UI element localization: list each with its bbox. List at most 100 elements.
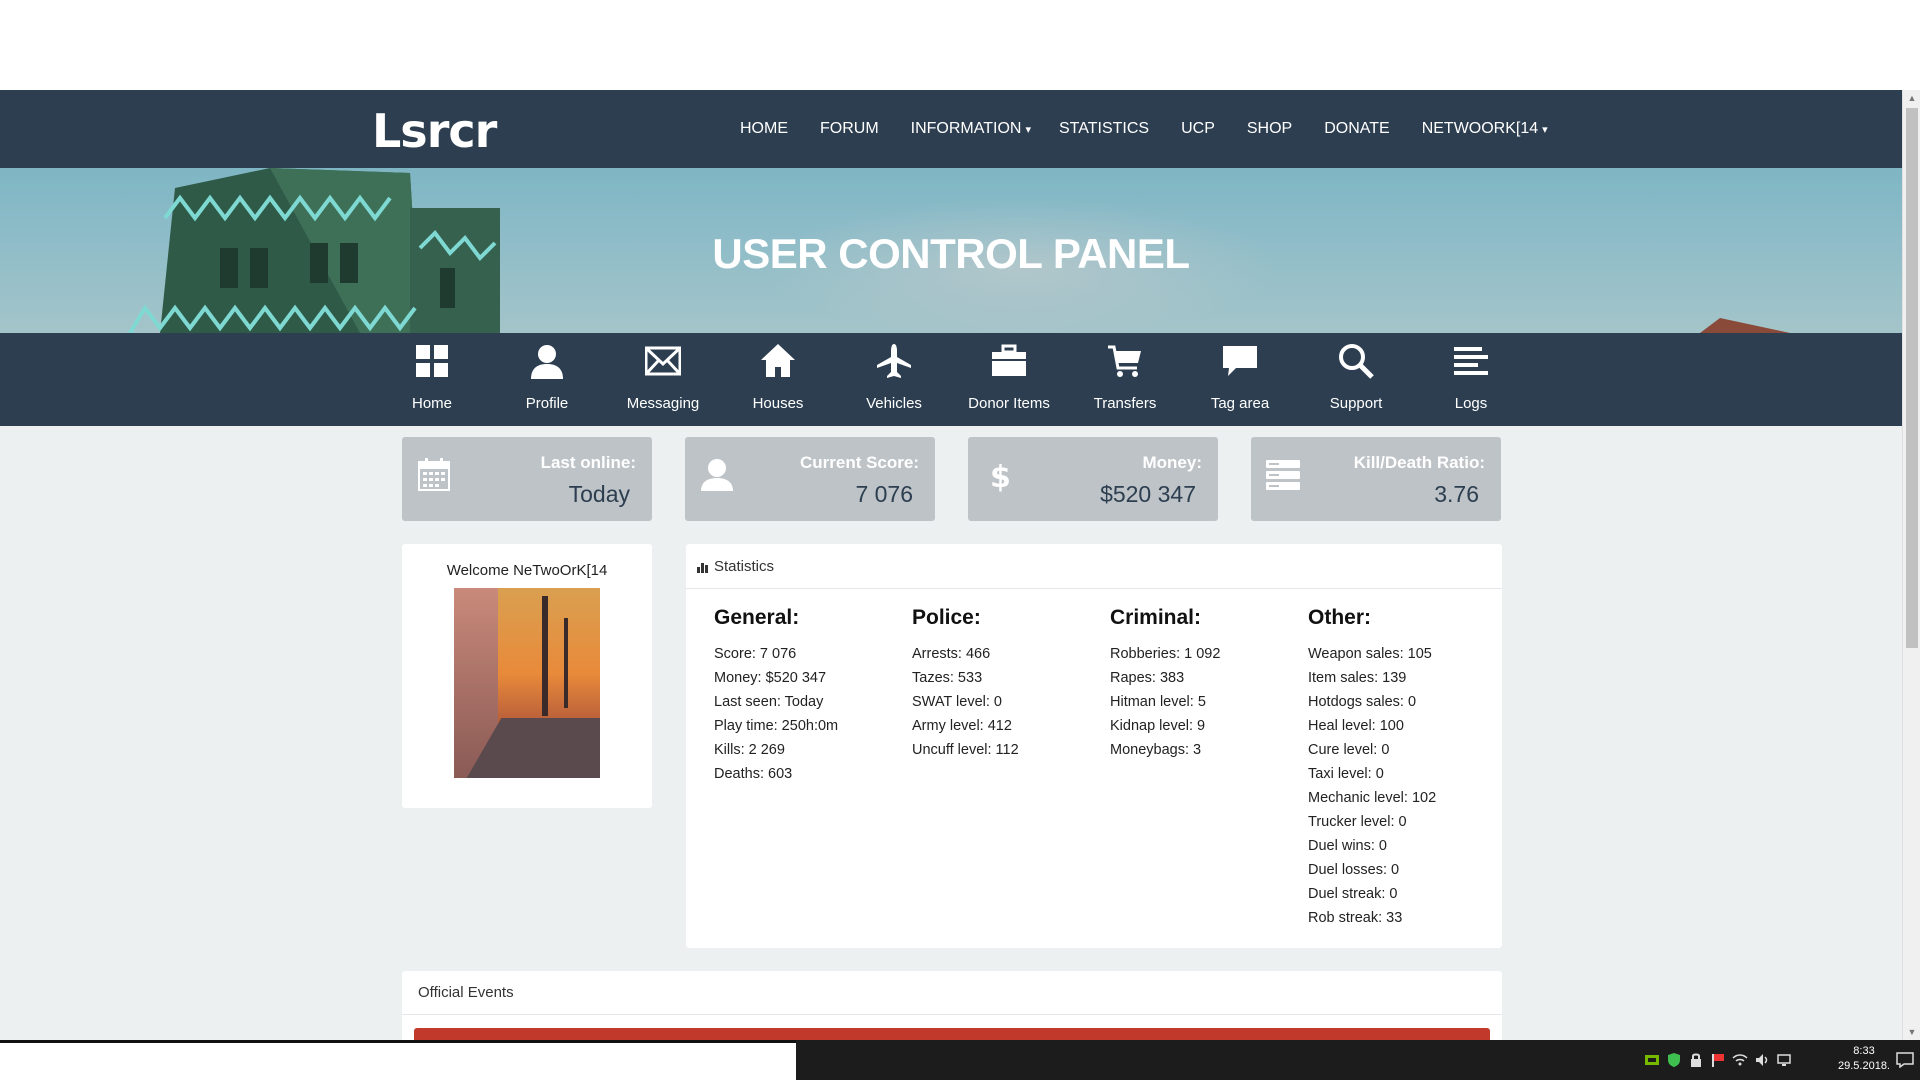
browser-page: Lsrcr HOME FORUM INFORMATION ▾ STATISTICS… [0,0,1920,1080]
card-value: $520 347 [1100,481,1196,507]
grid-icon [416,345,448,377]
column-heading: Police: [912,606,981,629]
page-scrollbar[interactable]: ▲ ▼ [1902,90,1920,1040]
card-last-online: Last online: Today [402,437,652,521]
avatar-palm [542,596,548,716]
nav-shop[interactable]: SHOP [1247,120,1296,138]
menu-label: Houses [752,395,804,412]
stat-item: Deaths: 603 [714,766,793,782]
nav-user-menu[interactable]: NETWOORK[14 ▾ [1422,120,1548,138]
monitor-icon[interactable] [1776,1052,1792,1068]
menu-tag-area[interactable]: Tag area [1182,333,1298,426]
page-title: USER CONTROL PANEL [712,230,1190,277]
menu-messaging[interactable]: Messaging [605,333,721,426]
menu-vehicles[interactable]: Vehicles [836,333,952,426]
stat-item: SWAT level: 0 [912,694,1002,710]
chat-icon [1223,346,1257,376]
content-area: Last online: Today Current Score: 7 076 … [0,426,1902,1051]
top-navbar: Lsrcr HOME FORUM INFORMATION ▾ STATISTICS… [0,90,1902,168]
menu-label: Logs [1454,395,1488,412]
scroll-up-arrow-icon[interactable]: ▲ [1903,90,1920,106]
stat-item: Trucker level: 0 [1308,814,1407,830]
stat-item: Tazes: 533 [912,670,983,686]
scroll-thumb[interactable] [1906,108,1918,648]
menu-label: Transfers [1093,395,1157,412]
stat-item: Play time: 250h:0m [714,718,839,734]
stat-item: Score: 7 076 [714,646,797,662]
card-money: $ Money: $520 347 [968,437,1218,521]
menu-label: Tag area [1210,395,1270,412]
menu-support[interactable]: Support [1298,333,1414,426]
nvidia-tray-icon[interactable] [1644,1052,1660,1068]
statistics-header: Statistics [686,544,1502,589]
card-value: 3.76 [1434,481,1479,507]
avatar[interactable] [454,588,600,778]
stat-item: Duel wins: 0 [1308,838,1387,854]
menu-logs[interactable]: Logs [1413,333,1529,426]
bottom-blank-area [0,1040,796,1080]
stat-item: Duel losses: 0 [1308,862,1400,878]
lock-icon[interactable] [1688,1052,1704,1068]
nav-forum[interactable]: FORUM [820,120,883,138]
column-heading: Other: [1308,606,1371,629]
nav-statistics[interactable]: STATISTICS [1059,120,1153,138]
clock-time: 8:33 [1853,1045,1875,1057]
stat-item: Robberies: 1 092 [1110,646,1221,662]
stat-item: Money: $520 347 [714,670,827,686]
user-icon [701,459,733,491]
tray-clock[interactable]: 8:33 29.5.2018. [1836,1044,1892,1074]
statistics-title: Statistics [714,558,775,575]
menu-donor-items[interactable]: Donor Items [951,333,1067,426]
dollar-icon: $ [990,460,1011,493]
flag-icon[interactable] [1710,1052,1726,1068]
shield-icon[interactable] [1666,1052,1682,1068]
menu-transfers[interactable]: Transfers [1067,333,1183,426]
official-events-panel: Official Events [402,971,1502,1051]
nav-information[interactable]: INFORMATION ▾ [911,120,1031,138]
clock-date: 29.5.2018. [1838,1060,1890,1072]
windows-taskbar: 8:33 29.5.2018. [796,1040,1920,1080]
card-current-score: Current Score: 7 076 [685,437,935,521]
nav-home[interactable]: HOME [740,120,792,138]
card-label: Kill/Death Ratio: [1353,453,1485,472]
top-blank-area [0,0,1920,90]
menu-label: Home [411,395,452,412]
events-header: Official Events [402,971,1502,1015]
briefcase-icon [992,344,1026,376]
stat-item: Weapon sales: 105 [1308,646,1432,662]
menu-profile[interactable]: Profile [489,333,605,426]
stat-item: Kidnap level: 9 [1110,718,1206,734]
menu-label: Profile [525,395,569,412]
card-label: Current Score: [799,453,919,472]
network-icon[interactable] [1732,1052,1748,1068]
volume-icon[interactable] [1754,1052,1770,1068]
hero-banner: USER CONTROL PANEL [0,168,1902,333]
nav-ucp[interactable]: UCP [1181,120,1219,138]
card-value: 7 076 [855,481,913,507]
menu-houses[interactable]: Houses [720,333,836,426]
stat-item: Rob streak: 33 [1308,910,1403,926]
stat-item: Arrests: 466 [912,646,991,662]
chevron-down-icon: ▾ [1542,124,1548,136]
chevron-down-icon: ▾ [1025,124,1031,136]
menu-label: Donor Items [968,395,1050,412]
avatar-palm [564,618,568,708]
envelope-icon [645,346,681,376]
nav-donate[interactable]: DONATE [1324,120,1393,138]
notification-icon[interactable] [1896,1052,1914,1068]
stat-item: Last seen: Today [714,694,824,710]
plane-icon [877,344,911,378]
statistics-panel: Statistics General: Score: 7 076 Money: … [686,544,1502,948]
menu-home[interactable]: Home [374,333,490,426]
menu-label: Vehicles [866,395,922,412]
bar-chart-icon [697,563,708,573]
stat-item: Army level: 412 [912,718,1012,734]
scroll-down-arrow-icon[interactable]: ▼ [1903,1024,1920,1040]
card-label: Last online: [540,453,636,472]
site-logo[interactable]: Lsrcr [372,104,497,158]
search-icon [1339,344,1374,379]
menu-label: Messaging [626,395,700,412]
stats-column-police: Police: Arrests: 466 Tazes: 533 SWAT lev… [912,606,1102,762]
house-icon [761,344,795,377]
welcome-panel: Welcome NeTwoOrK[14 [402,544,652,808]
